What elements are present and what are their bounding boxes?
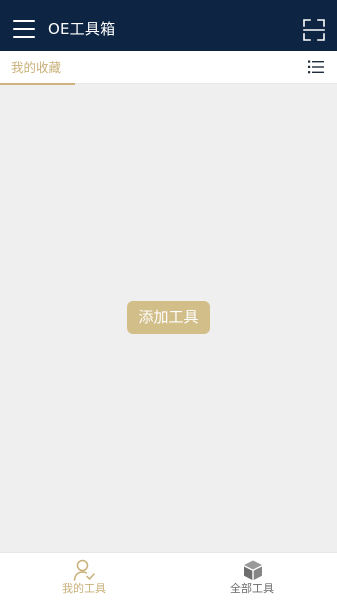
nav-label-all-tools: 全部工具 [230,582,274,595]
tab-bar: 我的收藏 [0,51,337,85]
scan-icon[interactable] [303,19,325,41]
list-view-icon[interactable] [308,59,324,75]
bottom-navigation: 我的工具 全部工具 [0,552,337,600]
nav-my-tools[interactable]: 我的工具 [0,553,168,600]
nav-all-tools[interactable]: 全部工具 [168,553,336,600]
app-title: OE工具箱 [48,20,116,38]
nav-label-my-tools: 我的工具 [62,582,106,595]
cube-icon [244,560,262,580]
tab-favorites[interactable]: 我的收藏 [0,51,75,85]
hamburger-menu-icon[interactable] [13,20,35,38]
top-app-bar: OE工具箱 [0,0,337,51]
user-check-icon [73,559,95,581]
add-tool-button[interactable]: 添加工具 [127,301,210,334]
